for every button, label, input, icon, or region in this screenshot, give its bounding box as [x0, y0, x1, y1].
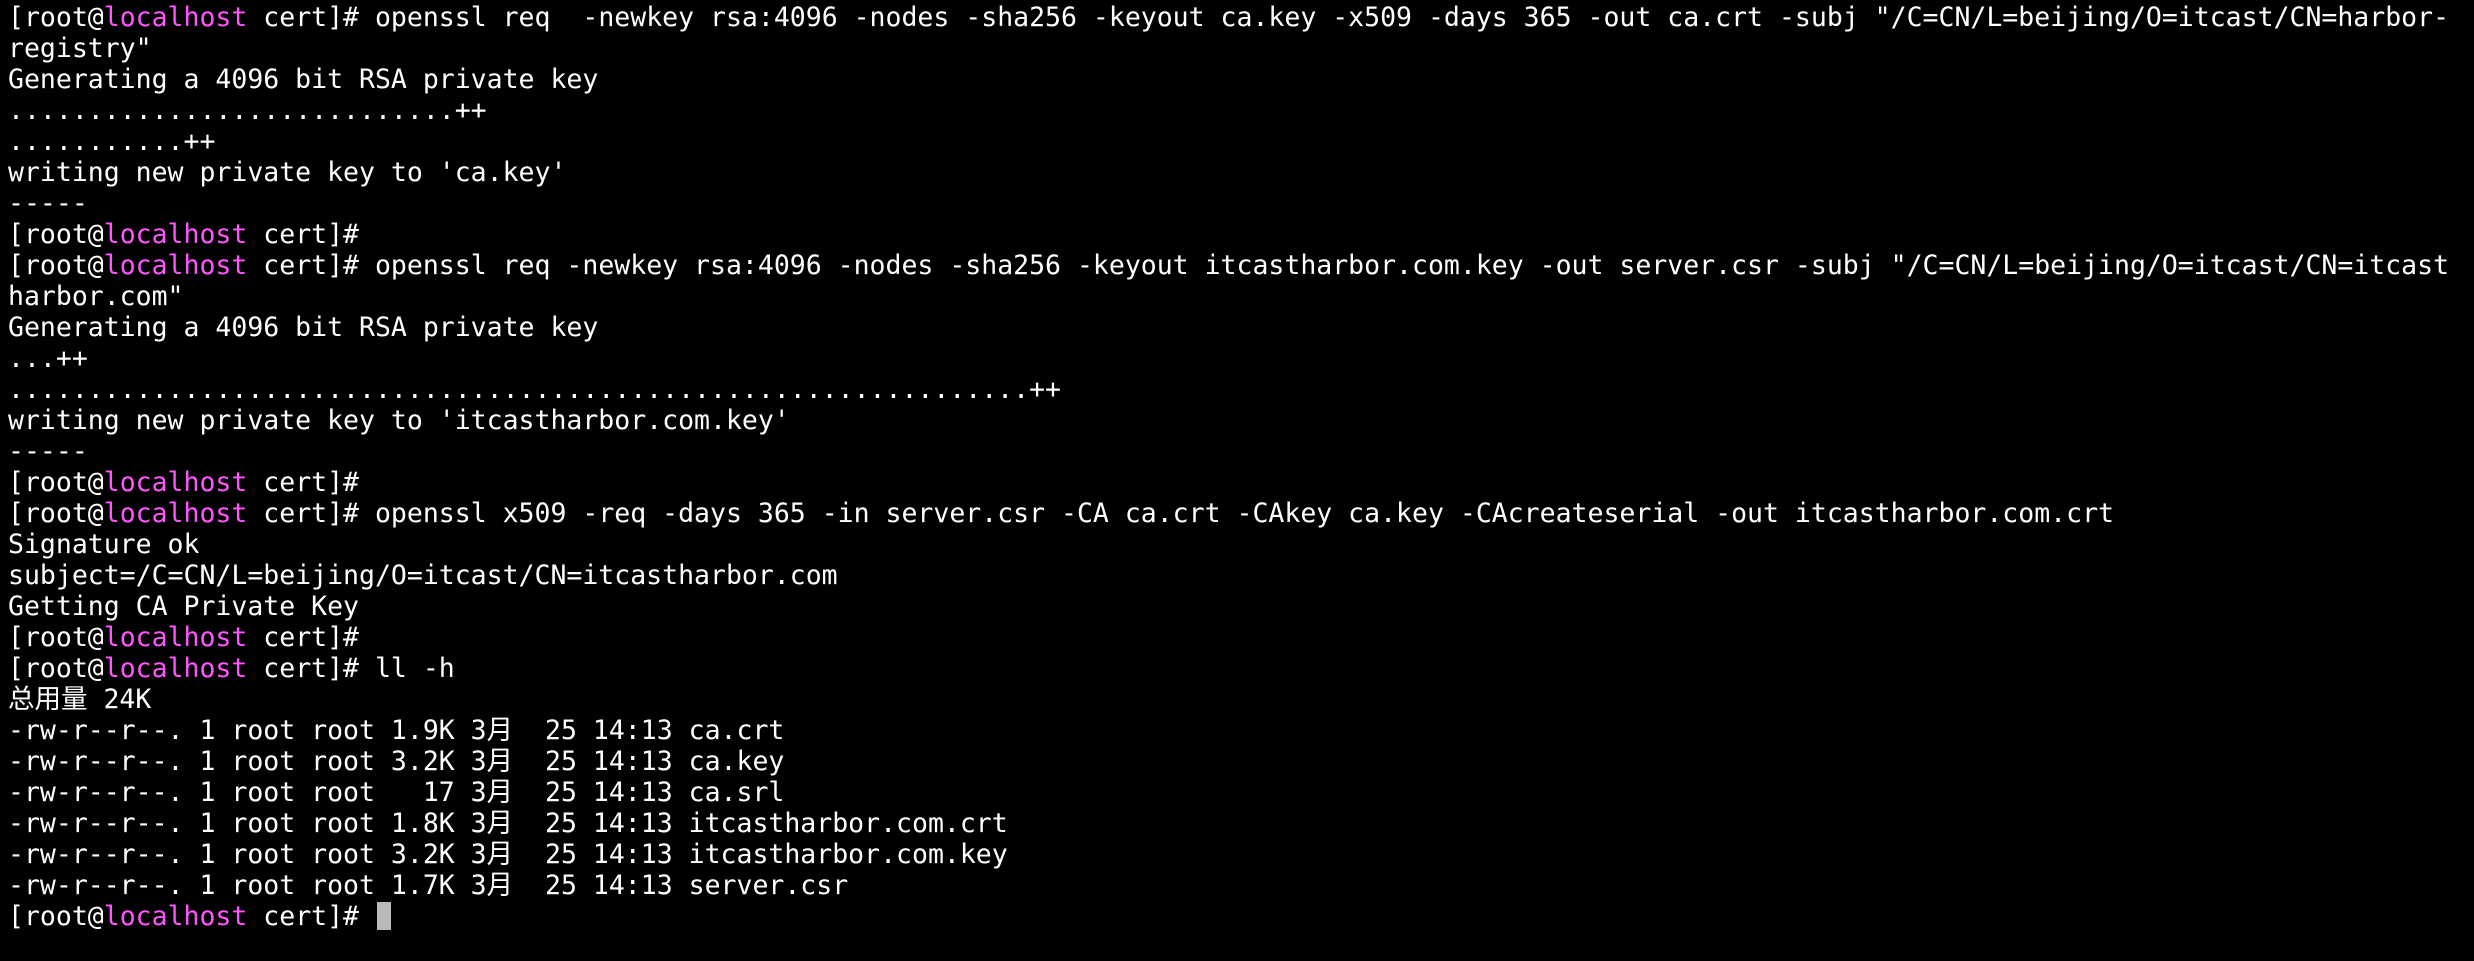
output-text: writing new private key to 'ca.key'	[8, 157, 567, 188]
prompt-directory: cert]#	[247, 653, 375, 684]
prompt-user: [root@	[8, 2, 104, 33]
prompt-hostname: localhost	[103, 653, 248, 684]
output-line: -rw-r--r--. 1 root root 1.9K 3月 25 14:13…	[8, 715, 2474, 746]
prompt-line: [root@localhost cert]# ll -h	[8, 653, 2474, 684]
output-text: -rw-r--r--. 1 root root 17 3月 25 14:13 c…	[8, 777, 785, 808]
prompt-directory: cert]#	[247, 2, 375, 33]
command-text: openssl req -newkey rsa:4096 -nodes -sha…	[374, 2, 2450, 33]
output-text: ...++	[8, 343, 88, 374]
prompt-directory: cert]#	[247, 467, 375, 498]
prompt-directory: cert]#	[247, 622, 375, 653]
output-text: Generating a 4096 bit RSA private key	[8, 312, 599, 343]
output-text: harbor.com"	[8, 281, 184, 312]
output-line: -rw-r--r--. 1 root root 3.2K 3月 25 14:13…	[8, 746, 2474, 777]
output-text: ........................................…	[8, 374, 1061, 405]
output-line: writing new private key to 'itcastharbor…	[8, 405, 2474, 436]
output-line: ...........++	[8, 126, 2474, 157]
prompt-user: [root@	[8, 653, 104, 684]
output-text: ...........++	[8, 126, 216, 157]
output-text: ............................++	[8, 95, 487, 126]
prompt-line: [root@localhost cert]#	[8, 901, 2474, 932]
output-line: writing new private key to 'ca.key'	[8, 157, 2474, 188]
output-text: -----	[8, 188, 88, 219]
output-text: -----	[8, 436, 88, 467]
output-text: Generating a 4096 bit RSA private key	[8, 64, 599, 95]
output-text: Getting CA Private Key	[8, 591, 359, 622]
output-line: -----	[8, 188, 2474, 219]
output-line: harbor.com"	[8, 281, 2474, 312]
output-text: 总用量 24K	[8, 684, 152, 715]
output-line: 总用量 24K	[8, 684, 2474, 715]
prompt-user: [root@	[8, 498, 104, 529]
output-line: -rw-r--r--. 1 root root 17 3月 25 14:13 c…	[8, 777, 2474, 808]
prompt-directory: cert]#	[247, 219, 375, 250]
prompt-user: [root@	[8, 219, 104, 250]
output-line: ........................................…	[8, 374, 2474, 405]
output-line: registry"	[8, 33, 2474, 64]
output-text: writing new private key to 'itcastharbor…	[8, 405, 790, 436]
prompt-directory: cert]#	[247, 498, 375, 529]
output-line: -----	[8, 436, 2474, 467]
output-text: -rw-r--r--. 1 root root 1.8K 3月 25 14:13…	[8, 808, 1008, 839]
block-cursor-icon[interactable]	[376, 902, 391, 930]
output-line: -rw-r--r--. 1 root root 1.8K 3月 25 14:13…	[8, 808, 2474, 839]
prompt-hostname: localhost	[103, 219, 248, 250]
prompt-line: [root@localhost cert]# openssl req -newk…	[8, 2, 2474, 33]
command-text: openssl req -newkey rsa:4096 -nodes -sha…	[374, 250, 2450, 281]
prompt-hostname: localhost	[103, 622, 248, 653]
output-line: subject=/C=CN/L=beijing/O=itcast/CN=itca…	[8, 560, 2474, 591]
output-text: -rw-r--r--. 1 root root 3.2K 3月 25 14:13…	[8, 746, 785, 777]
prompt-line: [root@localhost cert]#	[8, 622, 2474, 653]
output-line: ...++	[8, 343, 2474, 374]
prompt-line: [root@localhost cert]#	[8, 219, 2474, 250]
prompt-hostname: localhost	[103, 498, 248, 529]
prompt-user: [root@	[8, 467, 104, 498]
output-text: -rw-r--r--. 1 root root 3.2K 3月 25 14:13…	[8, 839, 1008, 870]
output-line: Generating a 4096 bit RSA private key	[8, 64, 2474, 95]
prompt-user: [root@	[8, 250, 104, 281]
prompt-hostname: localhost	[103, 250, 248, 281]
prompt-user: [root@	[8, 622, 104, 653]
output-text: Signature ok	[8, 529, 200, 560]
prompt-directory: cert]#	[247, 901, 375, 932]
terminal-window[interactable]: [root@localhost cert]# openssl req -newk…	[0, 0, 2474, 961]
output-line: Generating a 4096 bit RSA private key	[8, 312, 2474, 343]
prompt-hostname: localhost	[103, 901, 248, 932]
prompt-directory: cert]#	[247, 250, 375, 281]
output-text: -rw-r--r--. 1 root root 1.7K 3月 25 14:13…	[8, 870, 849, 901]
output-line: -rw-r--r--. 1 root root 1.7K 3月 25 14:13…	[8, 870, 2474, 901]
output-text: subject=/C=CN/L=beijing/O=itcast/CN=itca…	[8, 560, 838, 591]
prompt-hostname: localhost	[103, 467, 248, 498]
output-line: Getting CA Private Key	[8, 591, 2474, 622]
prompt-hostname: localhost	[103, 2, 248, 33]
output-text: -rw-r--r--. 1 root root 1.9K 3月 25 14:13…	[8, 715, 785, 746]
command-text: openssl x509 -req -days 365 -in server.c…	[374, 498, 2114, 529]
command-text: ll -h	[374, 653, 455, 684]
output-text: registry"	[8, 33, 152, 64]
output-line: Signature ok	[8, 529, 2474, 560]
output-line: -rw-r--r--. 1 root root 3.2K 3月 25 14:13…	[8, 839, 2474, 870]
prompt-line: [root@localhost cert]# openssl x509 -req…	[8, 498, 2474, 529]
prompt-line: [root@localhost cert]#	[8, 467, 2474, 498]
prompt-user: [root@	[8, 901, 104, 932]
prompt-line: [root@localhost cert]# openssl req -newk…	[8, 250, 2474, 281]
output-line: ............................++	[8, 95, 2474, 126]
